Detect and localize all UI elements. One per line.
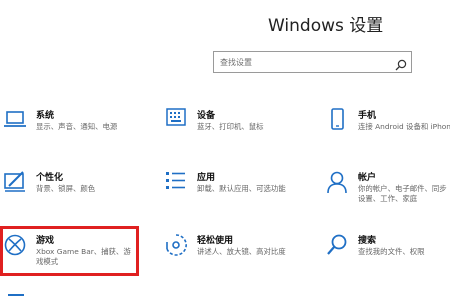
tile-search[interactable]: 搜索 查找我的文件、权限 [325, 233, 450, 293]
laptop-icon [3, 108, 27, 132]
tile-devices-title: 设备 [197, 111, 216, 121]
tile-apps-title: 应用 [197, 173, 216, 183]
magnifier-icon [325, 233, 349, 257]
tile-devices[interactable]: 设备 蓝牙、打印机、鼠标 [164, 108, 314, 168]
keyboard-icon [164, 108, 188, 132]
tile-search-desc: 查找我的文件、权限 [358, 247, 425, 256]
apps-list-icon [164, 170, 188, 194]
tile-system-title: 系统 [36, 111, 55, 121]
tile-accounts-title: 帐户 [358, 173, 377, 183]
search-input[interactable] [214, 52, 392, 72]
tile-ease-of-access-title: 轻松使用 [197, 236, 234, 246]
phone-icon [325, 108, 349, 132]
tile-system[interactable]: 系统 显示、声音、通知、电源 [3, 108, 153, 168]
tile-accounts[interactable]: 帐户 你的帐户、电子邮件、同步设置、工作、家庭 [325, 170, 450, 230]
tile-phone[interactable]: 手机 连接 Android 设备和 iPhone [325, 108, 450, 168]
tile-personalization[interactable]: 个性化 背景、锁屏、颜色 [3, 170, 153, 230]
tile-apps-desc: 卸载、默认应用、可选功能 [197, 184, 286, 193]
highlight-box [0, 226, 139, 276]
tile-phone-desc: 连接 Android 设备和 iPhone [358, 122, 450, 131]
person-icon [325, 170, 349, 194]
search-box[interactable] [213, 51, 412, 73]
ease-of-access-icon [164, 233, 188, 257]
tile-personalization-desc: 背景、锁屏、颜色 [36, 184, 96, 193]
tile-search-title: 搜索 [358, 236, 377, 246]
page-title: Windows 设置 [268, 16, 384, 36]
tile-phone-title: 手机 [358, 111, 377, 121]
tile-system-desc: 显示、声音、通知、电源 [36, 122, 118, 131]
paint-icon [3, 170, 27, 194]
tile-ease-of-access-desc: 讲述人、放大镜、高对比度 [197, 247, 286, 256]
tile-accounts-desc: 你的帐户、电子邮件、同步设置、工作、家庭 [358, 184, 447, 203]
search-icon[interactable] [395, 56, 407, 71]
partial-row-icon [8, 294, 24, 302]
tile-ease-of-access[interactable]: 轻松使用 讲述人、放大镜、高对比度 [164, 233, 314, 293]
tile-devices-desc: 蓝牙、打印机、鼠标 [197, 122, 264, 131]
tile-apps[interactable]: 应用 卸载、默认应用、可选功能 [164, 170, 314, 230]
tile-personalization-title: 个性化 [36, 173, 64, 183]
